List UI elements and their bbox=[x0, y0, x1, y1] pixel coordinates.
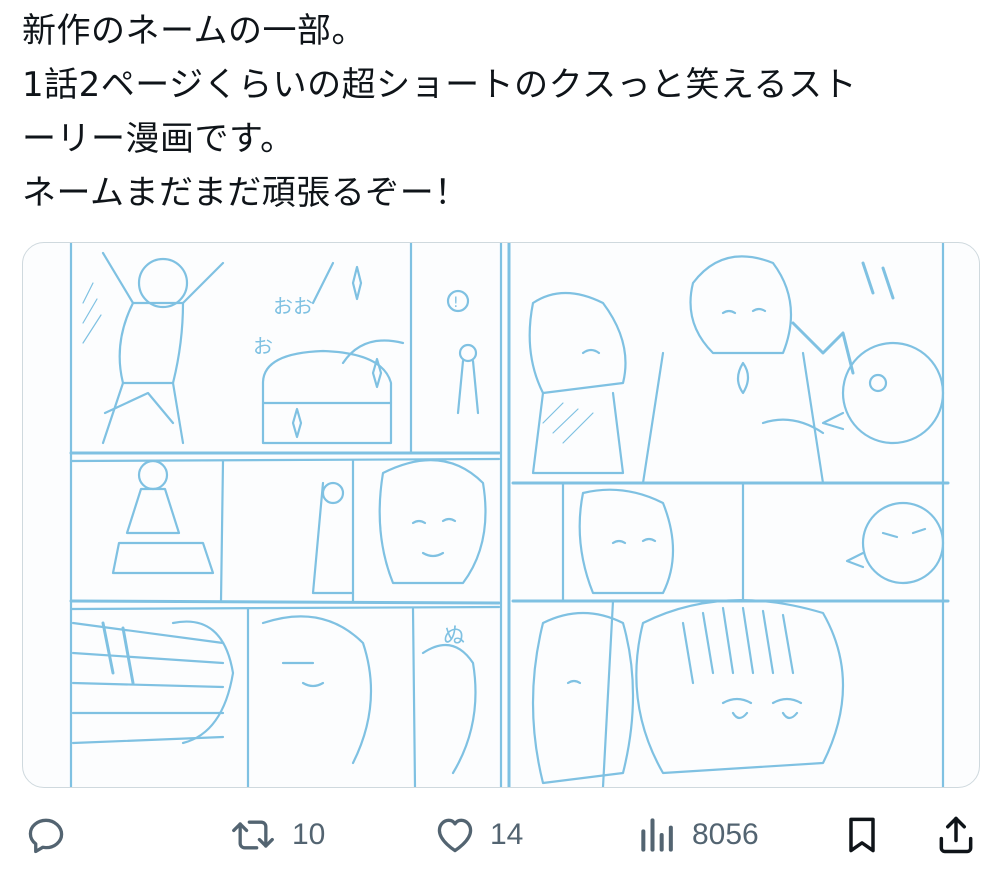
sfx-4: ぬ bbox=[443, 624, 465, 649]
views-icon bbox=[641, 817, 673, 852]
tweet-line-4: ネームまだまだ頑張るぞー！ bbox=[22, 173, 469, 213]
bookmark-icon bbox=[849, 817, 875, 852]
share-button[interactable] bbox=[934, 796, 978, 873]
views-count: 8056 bbox=[692, 817, 759, 851]
tweet-media-image[interactable]: おお お ! ぬ bbox=[22, 242, 980, 788]
tweet-line-1: 新作のネームの一部。 bbox=[22, 11, 366, 51]
reply-button[interactable] bbox=[24, 796, 68, 873]
sfx-2: お bbox=[253, 334, 273, 358]
tweet-line-2: 1話2ページくらいの超ショートのクスっと笑えるスト bbox=[22, 65, 858, 105]
tweet-text: 新作のネームの一部。 1話2ページくらいの超ショートのクスっと笑えるスト ーリー… bbox=[22, 4, 972, 220]
reply-icon bbox=[28, 818, 64, 853]
manga-sketch: おお お ! ぬ bbox=[69, 243, 950, 787]
retweet-button[interactable]: 10 bbox=[226, 796, 325, 873]
views-button[interactable]: 8056 bbox=[636, 796, 759, 873]
like-count: 14 bbox=[490, 817, 524, 851]
sfx-3: ! bbox=[453, 295, 459, 311]
tweet-actions-bar: 10 14 8056 bbox=[0, 796, 981, 873]
retweet-count: 10 bbox=[292, 817, 326, 851]
share-icon bbox=[939, 816, 973, 853]
sfx-1: おお bbox=[273, 294, 313, 318]
tweet-line-3: ーリー漫画です。 bbox=[22, 119, 295, 159]
like-button[interactable]: 14 bbox=[432, 796, 523, 873]
heart-icon bbox=[437, 818, 473, 852]
bookmark-button[interactable] bbox=[840, 796, 884, 873]
retweet-icon bbox=[232, 820, 274, 849]
